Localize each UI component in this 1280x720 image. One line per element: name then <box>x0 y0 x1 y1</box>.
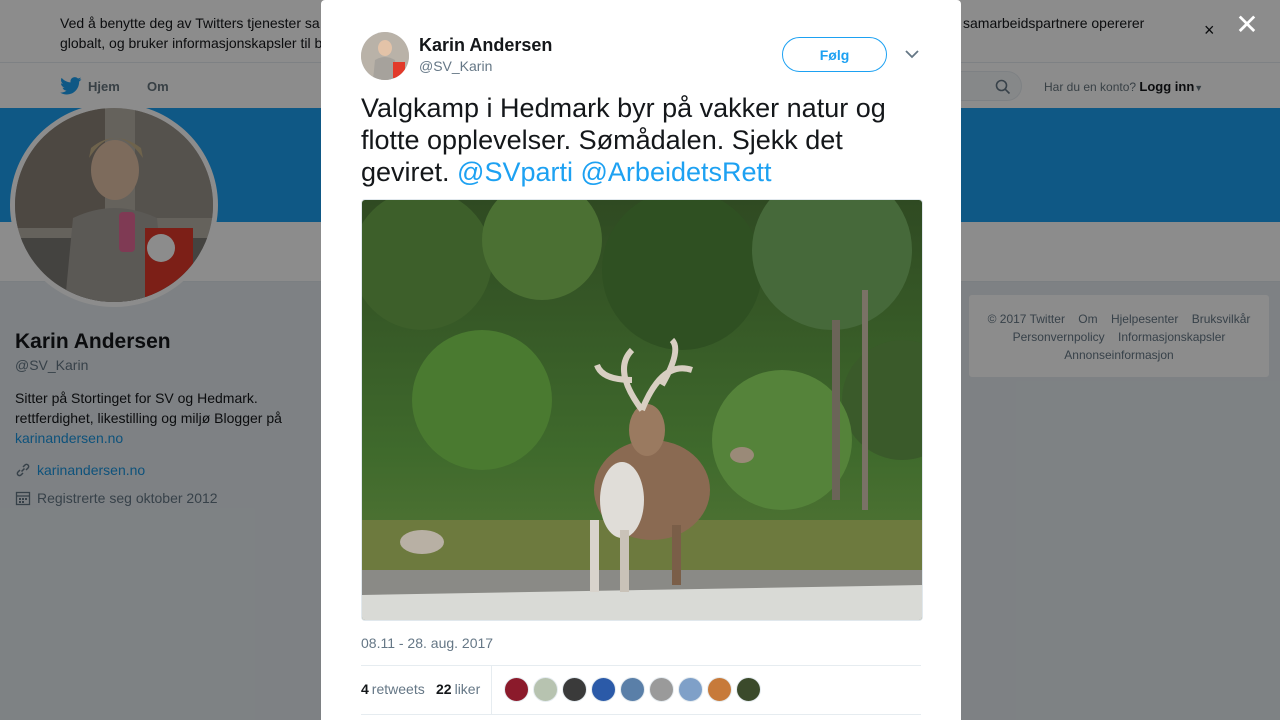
mention-link[interactable]: @ArbeidetsRett <box>581 157 772 187</box>
likes-stat[interactable]: 22 liker <box>436 681 480 697</box>
liker-avatar[interactable] <box>707 677 732 702</box>
liker-avatar[interactable] <box>736 677 761 702</box>
liker-avatar[interactable] <box>504 677 529 702</box>
tweet-text: Valgkamp i Hedmark byr på vakker natur o… <box>361 92 931 188</box>
mention-link[interactable]: @SVparti <box>457 157 573 187</box>
tweet-modal: Karin Andersen @SV_Karin Følg Valgkamp i… <box>321 0 961 720</box>
tweet-photo[interactable] <box>361 199 923 621</box>
reindeer-photo <box>362 200 922 620</box>
likes-label: liker <box>454 681 481 697</box>
tweet-author-avatar-image <box>361 32 409 80</box>
retweets-label: retweets <box>371 681 425 697</box>
tweet-author-avatar[interactable] <box>361 32 409 80</box>
likes-count: 22 <box>436 681 452 697</box>
tweet-stats: 4 retweets 22 liker <box>361 665 921 715</box>
retweets-stat[interactable]: 4 retweets <box>361 681 425 697</box>
likers-avatars <box>504 677 765 702</box>
tweet-author-handle[interactable]: @SV_Karin <box>419 58 492 74</box>
liker-avatar[interactable] <box>678 677 703 702</box>
tweet-author-name[interactable]: Karin Andersen <box>419 35 552 56</box>
stats-divider <box>491 666 492 715</box>
liker-avatar[interactable] <box>649 677 674 702</box>
liker-avatar[interactable] <box>620 677 645 702</box>
liker-avatar[interactable] <box>562 677 587 702</box>
liker-avatar[interactable] <box>533 677 558 702</box>
follow-button[interactable]: Følg <box>782 37 887 72</box>
close-modal-icon[interactable]: ✕ <box>1234 11 1260 39</box>
tweet-timestamp[interactable]: 08.11 - 28. aug. 2017 <box>361 635 493 651</box>
liker-avatar[interactable] <box>591 677 616 702</box>
retweets-count: 4 <box>361 681 369 697</box>
chevron-down-icon[interactable] <box>905 46 919 64</box>
